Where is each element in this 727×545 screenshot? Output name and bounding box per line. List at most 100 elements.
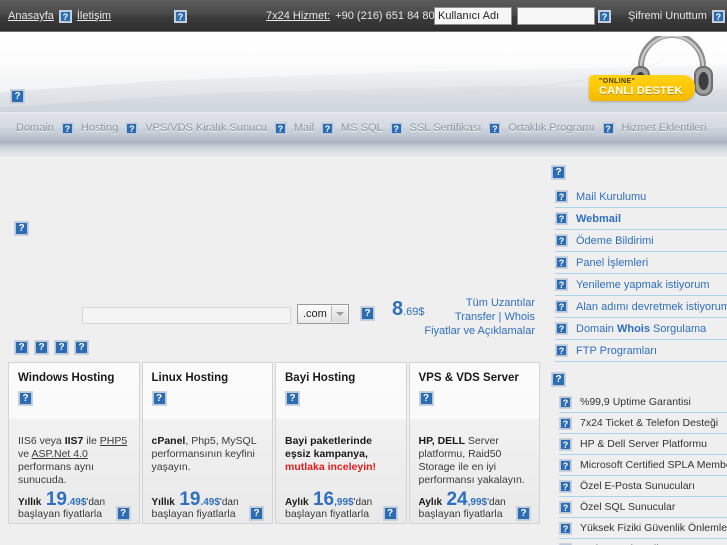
broken-image-icon[interactable] bbox=[14, 340, 29, 355]
card-description: cPanel, Php5, MySQL performansının keyfi… bbox=[151, 435, 257, 473]
broken-image-icon[interactable] bbox=[74, 340, 89, 355]
broken-image-icon[interactable] bbox=[382, 506, 398, 521]
product-card-bayi-hosting[interactable]: Bayi Hosting Bayi paketlerinde eşsiz kam… bbox=[275, 362, 407, 524]
sidebar-item-label: Domain Whois Sorgulama bbox=[576, 322, 707, 335]
sidebar-item-odeme-bildirimi[interactable]: Ödeme Bildirimi bbox=[555, 230, 727, 252]
broken-image-icon bbox=[10, 89, 25, 104]
broken-image-icon[interactable] bbox=[115, 506, 131, 521]
home-link[interactable]: Anasayfa bbox=[8, 10, 54, 22]
nav-item-hosting[interactable]: Hosting bbox=[81, 122, 118, 134]
card-price-amount: 16 bbox=[312, 489, 335, 510]
card-price-cents: .49$ bbox=[200, 497, 220, 508]
broken-image-icon bbox=[559, 458, 572, 472]
price-fraction: .69$ bbox=[403, 306, 425, 318]
broken-image-icon bbox=[418, 391, 434, 407]
sidebar-features-list: %99,9 Uptime Garantisi 7x24 Ticket & Tel… bbox=[545, 392, 727, 545]
card-price-period: Yıllık bbox=[151, 497, 175, 508]
broken-image-icon bbox=[555, 190, 568, 203]
feature-item-email-servers: Özel E-Posta Sunucuları bbox=[559, 476, 727, 497]
broken-image-icon bbox=[285, 391, 300, 407]
card-description: IIS6 veya IIS7 ile PHP5 ve ASP.Net 4.0 p… bbox=[18, 435, 128, 486]
sidebar-item-webmail[interactable]: Webmail bbox=[555, 208, 727, 230]
broken-image-icon[interactable] bbox=[360, 306, 375, 321]
nav-item-ms-sql[interactable]: MS SQL bbox=[341, 122, 383, 134]
card-price-period: Yıllık bbox=[18, 497, 42, 508]
nav-item-mail[interactable]: Mail bbox=[294, 122, 314, 134]
hero-banner: "ONLINE" CANLI DESTEK bbox=[0, 32, 727, 112]
broken-image-icon bbox=[18, 391, 33, 407]
sidebar-item-yenileme[interactable]: Yenileme yapmak istiyorum bbox=[555, 274, 727, 296]
sidebar-item-label: Webmail bbox=[576, 212, 622, 225]
broken-image-icon[interactable] bbox=[516, 506, 531, 521]
sidebar-item-panel-islemleri[interactable]: Panel İşlemleri bbox=[555, 252, 727, 274]
sidebar-item-label: Ödeme Bildirimi bbox=[576, 234, 654, 247]
broken-image-icon[interactable] bbox=[34, 340, 49, 355]
broken-image-icon[interactable] bbox=[54, 340, 69, 355]
nav-item-vps-vds[interactable]: VPS/VDS Kiralık Sunucu bbox=[145, 122, 267, 134]
chevron-down-icon[interactable] bbox=[331, 306, 347, 322]
link-transfer-whois[interactable]: Transfer | Whois bbox=[424, 310, 535, 324]
sidebar-item-whois-sorgulama[interactable]: Domain Whois Sorgulama bbox=[555, 318, 727, 340]
sidebar-item-label: Mail Kurulumu bbox=[576, 190, 647, 203]
link-prices-info[interactable]: Fiyatlar ve Açıklamalar bbox=[424, 324, 535, 338]
feature-label: Özel E-Posta Sunucuları bbox=[580, 480, 695, 492]
nav-item-ortaklik[interactable]: Ortaklık Programı bbox=[508, 122, 594, 134]
card-starts-at: başlayan fiyatlarla bbox=[151, 508, 236, 520]
link-all-extensions[interactable]: Tüm Uzantılar bbox=[424, 296, 535, 310]
contact-link[interactable]: İletişim bbox=[77, 10, 111, 22]
feature-label: Microsoft Certified SPLA Member bbox=[580, 459, 727, 471]
card-price-cents: ,99$ bbox=[467, 497, 488, 508]
top-bar: Anasayfa İletişim 7x24 Hizmet: +90 (216)… bbox=[0, 0, 727, 32]
feature-label: Yüksek Fiziki Güvenlik Önlemleri bbox=[580, 522, 727, 534]
tld-selected-value: .com bbox=[303, 308, 327, 320]
broken-image-icon bbox=[488, 121, 502, 135]
card-price-cents: .49$ bbox=[66, 497, 87, 508]
service-label[interactable]: 7x24 Hizmet: bbox=[266, 10, 330, 22]
broken-image-icon bbox=[321, 121, 335, 135]
product-card-linux-hosting[interactable]: Linux Hosting cPanel, Php5, MySQL perfor… bbox=[141, 362, 273, 524]
broken-image-icon bbox=[14, 221, 29, 236]
sidebar-item-label: FTP Programları bbox=[576, 344, 658, 357]
broken-image-icon bbox=[711, 9, 725, 23]
card-description: HP, DELL Server platformu, Raid50 Storag… bbox=[418, 435, 525, 486]
nav-item-domain[interactable]: Domain bbox=[16, 122, 54, 134]
product-card-vps-vds[interactable]: VPS & VDS Server HP, DELL Server platfor… bbox=[408, 362, 540, 524]
tld-select[interactable]: .com bbox=[297, 304, 349, 324]
domain-links: Tüm Uzantılar Transfer | Whois Fiyatlar … bbox=[424, 296, 535, 338]
feature-label: %99,9 Uptime Garantisi bbox=[580, 396, 691, 408]
broken-image-icon bbox=[551, 165, 566, 181]
support-online-label: "ONLINE" bbox=[599, 78, 636, 85]
product-card-windows-hosting[interactable]: Windows Hosting IIS6 veya IIS7 ile PHP5 … bbox=[8, 362, 140, 524]
broken-image-icon[interactable] bbox=[598, 9, 611, 23]
nav-item-eklenti[interactable]: Hizmet Eklentileri bbox=[622, 122, 707, 134]
login-submit-slot[interactable] bbox=[598, 0, 611, 32]
sidebar-item-devretme[interactable]: Alan adımı devretmek istiyorum bbox=[555, 296, 727, 318]
live-support-badge[interactable]: "ONLINE" CANLI DESTEK bbox=[589, 75, 695, 101]
password-input[interactable] bbox=[517, 7, 595, 25]
nav-item-ssl[interactable]: SSL Sertifikası bbox=[410, 122, 482, 134]
feature-label: 7x24 Ticket & Telefon Desteği bbox=[580, 417, 719, 429]
broken-image-icon bbox=[273, 121, 287, 135]
account-links: Şifremi Unuttum Üye KAYIT bbox=[628, 0, 727, 32]
broken-image-icon bbox=[555, 322, 568, 335]
broken-image-icon bbox=[555, 300, 568, 313]
broken-image-icon bbox=[559, 416, 572, 430]
sidebar-item-ftp-programlari[interactable]: FTP Programları bbox=[555, 340, 727, 362]
broken-image-icon bbox=[151, 391, 167, 407]
broken-image-icon[interactable] bbox=[249, 506, 264, 521]
username-input[interactable] bbox=[434, 7, 512, 25]
domain-search-input[interactable] bbox=[82, 307, 291, 324]
domain-search-row: .com 8.69$ Tüm Uzantılar Transfer | Whoi… bbox=[0, 296, 545, 338]
topbar-mid-icon-slot bbox=[174, 0, 187, 32]
card-price-amount: 19 bbox=[45, 489, 67, 510]
card-title: VPS & VDS Server bbox=[418, 372, 519, 384]
broken-image-icon bbox=[389, 121, 403, 135]
main-navigation: Domain Hosting VPS/VDS Kiralık Sunucu Ma… bbox=[0, 112, 727, 144]
forgot-password-link[interactable]: Şifremi Unuttum bbox=[628, 10, 707, 22]
sidebar-item-mail-kurulumu[interactable]: Mail Kurulumu bbox=[555, 186, 727, 208]
live-support-widget[interactable]: "ONLINE" CANLI DESTEK bbox=[589, 36, 719, 110]
left-column: .com 8.69$ Tüm Uzantılar Transfer | Whoi… bbox=[0, 156, 545, 524]
topbar-left-links: Anasayfa İletişim bbox=[8, 0, 111, 32]
support-label: CANLI DESTEK bbox=[599, 85, 683, 97]
card-price-cents: ,99$ bbox=[334, 497, 354, 508]
